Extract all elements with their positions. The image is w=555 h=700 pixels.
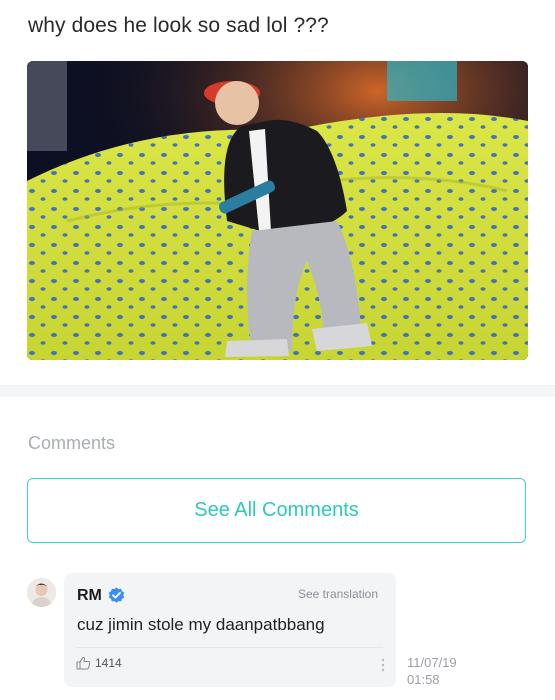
comment-time: 01:58 (407, 672, 440, 687)
section-divider (0, 385, 555, 397)
vertical-ellipsis-icon[interactable] (381, 658, 385, 672)
comment-bubble: RM See translation cuz jimin stole my da… (64, 573, 396, 687)
like-count: 1414 (95, 656, 122, 670)
avatar-image (27, 578, 56, 607)
see-translation-link[interactable]: See translation (298, 587, 378, 601)
comment-divider (77, 647, 383, 648)
post-photo[interactable] (27, 61, 528, 360)
comment-text: cuz jimin stole my daanpatbbang (77, 615, 325, 634)
see-all-comments-button[interactable]: See All Comments (27, 478, 526, 543)
like-button[interactable]: 1414 (76, 656, 122, 670)
post-photo-illustration (27, 61, 528, 360)
post-title: why does he look so sad lol ??? (28, 14, 329, 37)
comment-timestamp: 11/07/19 01:58 (407, 654, 457, 688)
comment-date: 11/07/19 (407, 655, 457, 670)
comments-heading: Comments (28, 433, 116, 453)
comment-author[interactable]: RM (77, 587, 102, 605)
verified-check-icon (108, 587, 125, 603)
thumbs-up-icon (76, 656, 91, 670)
avatar[interactable] (27, 578, 56, 607)
